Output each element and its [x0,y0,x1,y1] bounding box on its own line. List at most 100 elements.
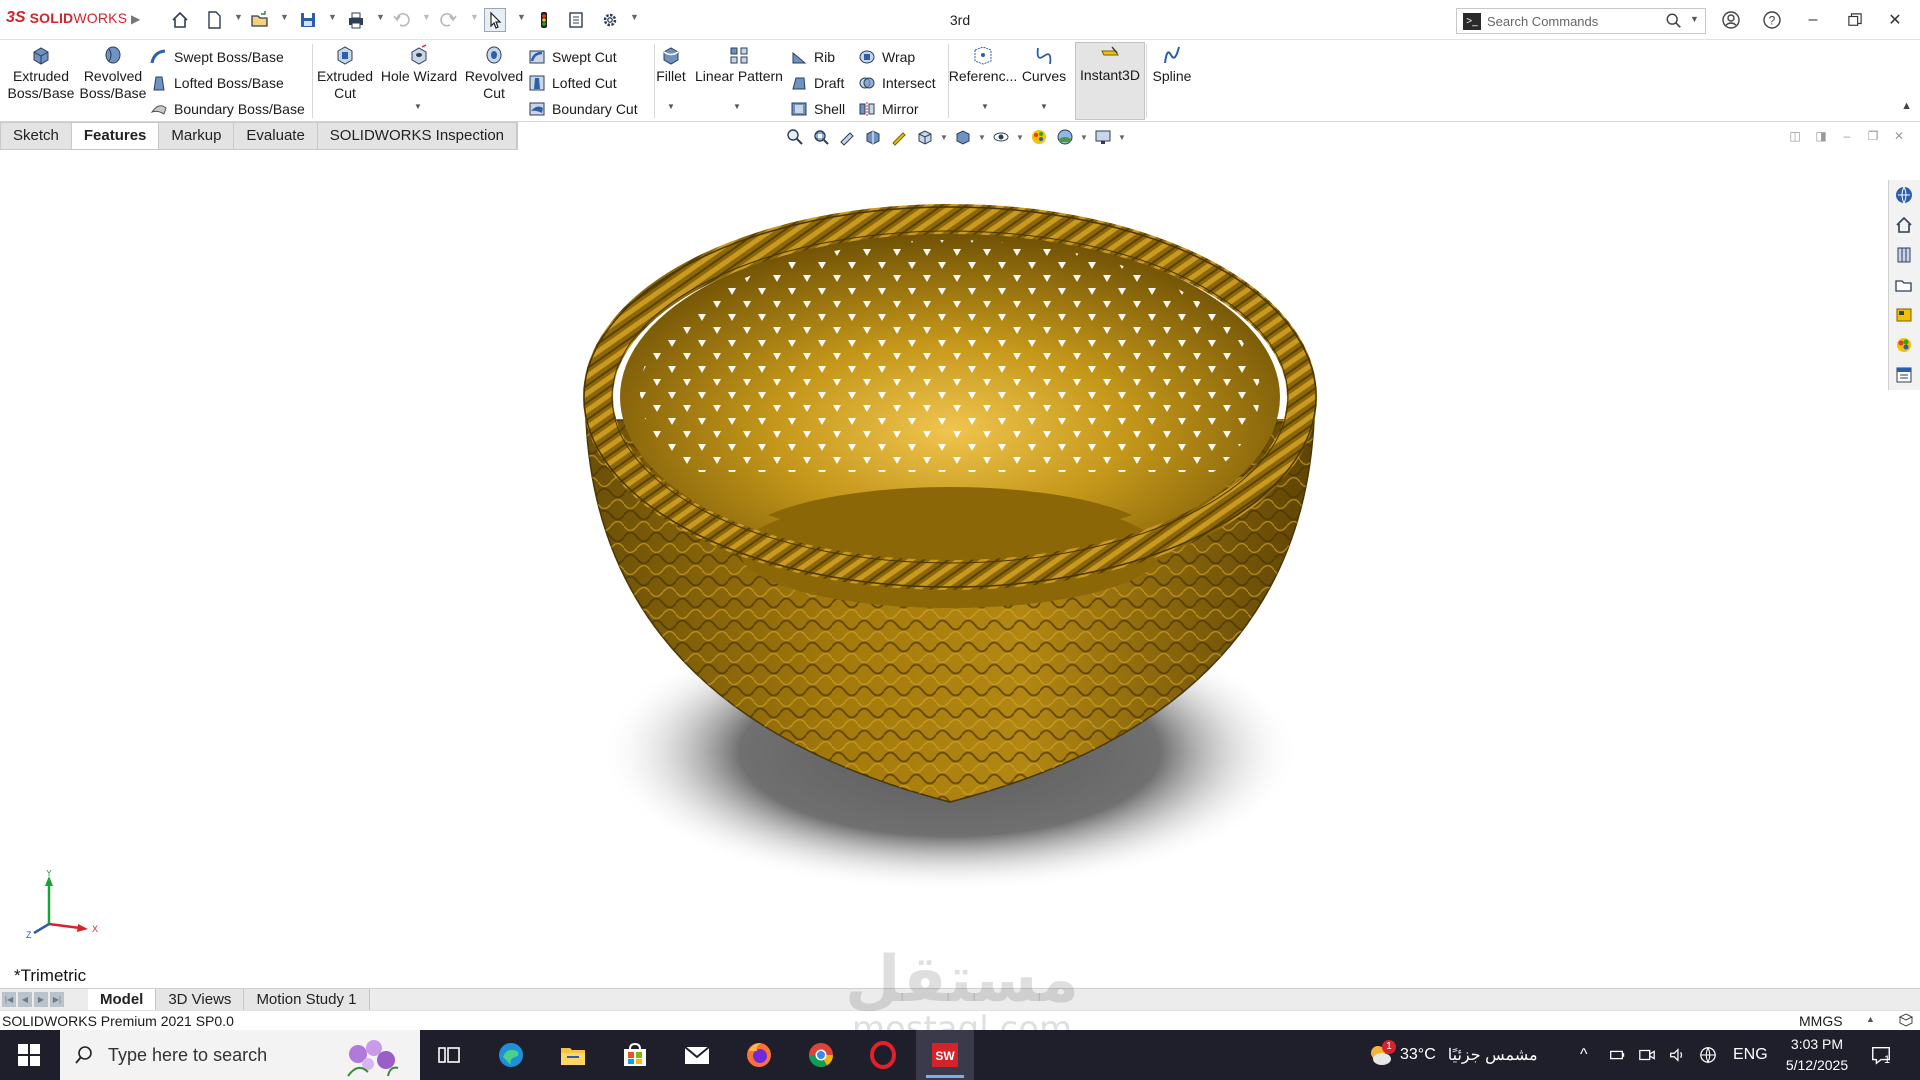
edit-appearance-icon[interactable] [1028,127,1050,147]
view-palette-icon[interactable] [1889,300,1919,330]
tab-model[interactable]: Model [88,989,157,1010]
notification-center-icon[interactable]: 1 [1870,1030,1892,1080]
tab-markup[interactable]: Markup [159,123,235,149]
view-settings-icon[interactable] [1092,127,1114,147]
first-tab-arrow-icon[interactable]: |◀ [2,992,16,1007]
display-style-icon[interactable] [952,127,974,147]
curves-dropdown-icon[interactable]: ▼ [1040,102,1048,111]
start-button[interactable] [0,1030,58,1080]
extruded-boss-button[interactable]: Extruded Boss/Base [6,44,76,118]
input-language[interactable]: ENG [1733,1030,1768,1080]
new-document-icon[interactable] [202,8,226,32]
tab-features[interactable]: Features [71,123,160,149]
print-dropdown-icon[interactable]: ▼ [376,12,385,22]
weather-widget[interactable]: 1 33°C مشمس جزئيًا [1366,1030,1538,1080]
apply-scene-icon[interactable] [1054,127,1076,147]
view-orientation-dropdown-icon[interactable]: ▼ [940,133,948,142]
draft-button[interactable]: Draft [790,72,844,94]
apply-scene-dropdown-icon[interactable]: ▼ [1080,133,1088,142]
chrome-icon[interactable] [792,1030,850,1080]
design-library-icon[interactable] [1889,240,1919,270]
language-globe-icon[interactable] [1699,1030,1717,1080]
lofted-cut-button[interactable]: Lofted Cut [528,72,617,94]
viewport-tile-right-icon[interactable]: ◨ [1812,128,1830,144]
wrap-button[interactable]: Wrap [858,46,915,68]
solidworks-taskbar-icon[interactable]: SW [916,1030,974,1080]
open-folder-icon[interactable] [248,8,272,32]
spline-button[interactable]: Spline [1148,44,1196,118]
viewport-restore-icon[interactable]: ❐ [1864,128,1882,144]
home-icon[interactable] [168,8,192,32]
mail-icon[interactable] [668,1030,726,1080]
zoom-to-area-icon[interactable] [810,127,832,147]
lofted-boss-button[interactable]: Lofted Boss/Base [150,72,284,94]
minimize-window-icon[interactable]: – [1800,8,1826,32]
tab-solidworks-inspection[interactable]: SOLIDWORKS Inspection [318,123,518,149]
print-icon[interactable] [344,8,368,32]
options-dropdown-icon[interactable]: ▼ [630,12,639,22]
firefox-icon[interactable] [730,1030,788,1080]
intersect-button[interactable]: Intersect [858,72,936,94]
network-battery-icon[interactable] [1608,1030,1626,1080]
options-gear-icon[interactable] [598,8,622,32]
rebuild-icon[interactable] [532,8,556,32]
task-view-icon[interactable] [420,1030,478,1080]
select-pointer-icon[interactable] [484,8,506,32]
help-icon[interactable]: ? [1759,8,1785,32]
restore-window-icon[interactable] [1842,8,1868,32]
solidworks-resources-icon[interactable] [1889,180,1919,210]
undo-dropdown-icon[interactable]: ▼ [422,12,431,22]
previous-view-icon[interactable] [836,127,858,147]
viewport-minimize-icon[interactable]: – [1838,128,1856,144]
search-highlight-flowers-icon[interactable] [328,1032,418,1078]
revolved-cut-button[interactable]: Revolved Cut [462,44,526,118]
search-dropdown-icon[interactable]: ▼ [1690,14,1699,24]
last-tab-arrow-icon[interactable]: ▶| [50,992,64,1007]
fillet-dropdown-icon[interactable]: ▼ [667,102,675,111]
viewport-close-icon[interactable]: ✕ [1890,128,1908,144]
shell-button[interactable]: Shell [790,98,845,120]
taskbar-search-input[interactable] [108,1043,328,1067]
menu-expand-arrow-icon[interactable]: ▶ [131,12,140,26]
hole-wizard-dropdown-icon[interactable]: ▼ [414,102,422,111]
zoom-to-fit-icon[interactable] [784,127,806,147]
edge-browser-icon[interactable] [482,1030,540,1080]
file-explorer-taskbar-icon[interactable] [544,1030,602,1080]
instant3d-button[interactable]: Instant3D [1075,42,1145,120]
save-icon[interactable] [296,8,320,32]
viewport-tile-left-icon[interactable]: ◫ [1786,128,1804,144]
unit-system[interactable]: MMGS [1799,1013,1843,1029]
undo-icon[interactable] [390,8,414,32]
user-account-icon[interactable] [1718,8,1744,32]
volume-icon[interactable] [1668,1030,1686,1080]
tab-sketch[interactable]: Sketch [1,123,72,149]
file-explorer-icon[interactable] [1889,270,1919,300]
file-properties-icon[interactable] [564,8,588,32]
swept-cut-button[interactable]: Swept Cut [528,46,617,68]
save-dropdown-icon[interactable]: ▼ [328,12,337,22]
hide-show-dropdown-icon[interactable]: ▼ [1016,133,1024,142]
unit-system-dropdown-icon[interactable]: ▲ [1866,1014,1875,1024]
open-dropdown-icon[interactable]: ▼ [280,12,289,22]
taskbar-search-box[interactable] [60,1030,420,1080]
rib-button[interactable]: Rib [790,46,835,68]
next-tab-arrow-icon[interactable]: ▶ [34,992,48,1007]
view-settings-dropdown-icon[interactable]: ▼ [1118,133,1126,142]
view-orientation-icon[interactable] [914,127,936,147]
system-clock[interactable]: 3:03 PM 5/12/2025 [1772,1034,1862,1076]
hide-show-items-icon[interactable] [990,127,1012,147]
mirror-button[interactable]: Mirror [858,98,919,120]
reference-dropdown-icon[interactable]: ▼ [981,102,989,111]
customize-status-icon[interactable] [1898,1013,1914,1027]
opera-icon[interactable] [854,1030,912,1080]
microsoft-store-icon[interactable] [606,1030,664,1080]
show-hidden-icons-icon[interactable]: ^ [1580,1030,1588,1080]
meet-now-icon[interactable] [1638,1030,1656,1080]
boundary-cut-button[interactable]: Boundary Cut [528,98,638,120]
home-pane-icon[interactable] [1889,210,1919,240]
search-commands-input[interactable] [1487,12,1657,31]
select-dropdown-icon[interactable]: ▼ [517,12,526,22]
boundary-boss-button[interactable]: Boundary Boss/Base [150,98,305,120]
display-style-dropdown-icon[interactable]: ▼ [978,133,986,142]
search-icon[interactable] [1665,12,1683,30]
